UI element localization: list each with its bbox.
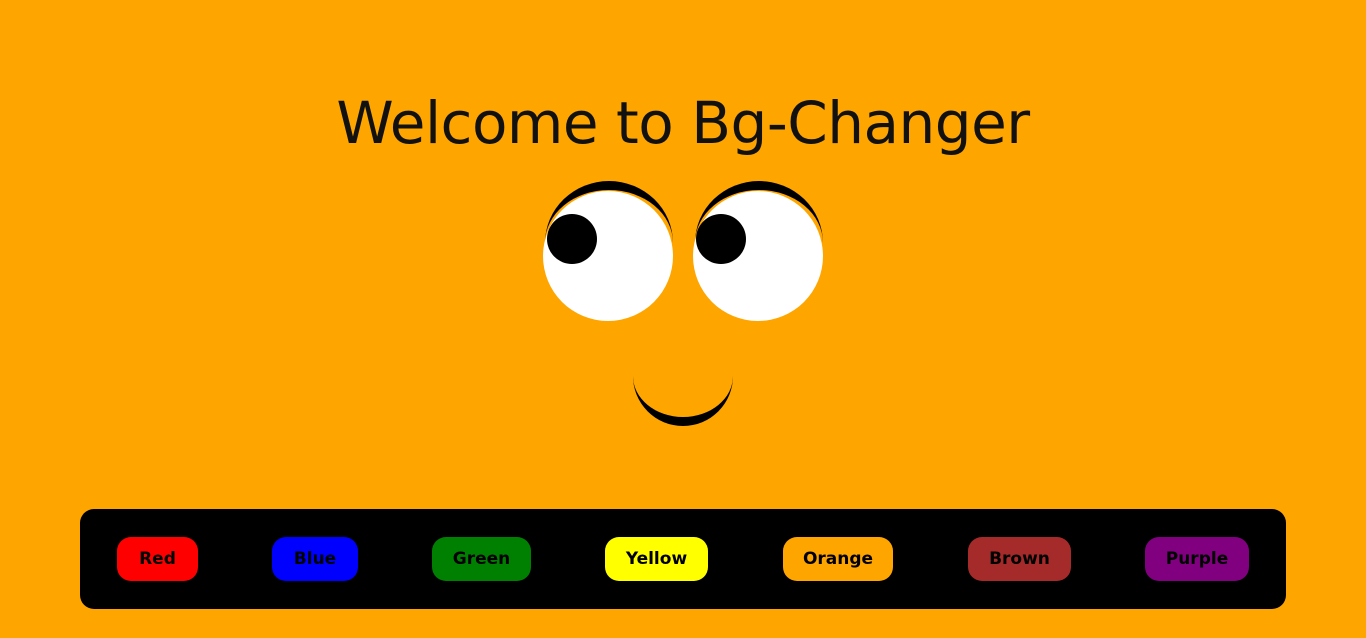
green-button[interactable]: Green bbox=[432, 537, 531, 581]
yellow-button[interactable]: Yellow bbox=[605, 537, 708, 581]
orange-button[interactable]: Orange bbox=[783, 537, 893, 581]
left-pupil bbox=[547, 214, 597, 264]
purple-button[interactable]: Purple bbox=[1145, 537, 1249, 581]
smile-mouth bbox=[633, 326, 733, 426]
color-button-bar: Red Blue Green Yellow Orange Brown Purpl… bbox=[80, 509, 1286, 609]
right-pupil bbox=[696, 214, 746, 264]
blue-button[interactable]: Blue bbox=[272, 537, 358, 581]
page-title: Welcome to Bg-Changer bbox=[336, 89, 1030, 157]
red-button[interactable]: Red bbox=[117, 537, 198, 581]
brown-button[interactable]: Brown bbox=[968, 537, 1071, 581]
